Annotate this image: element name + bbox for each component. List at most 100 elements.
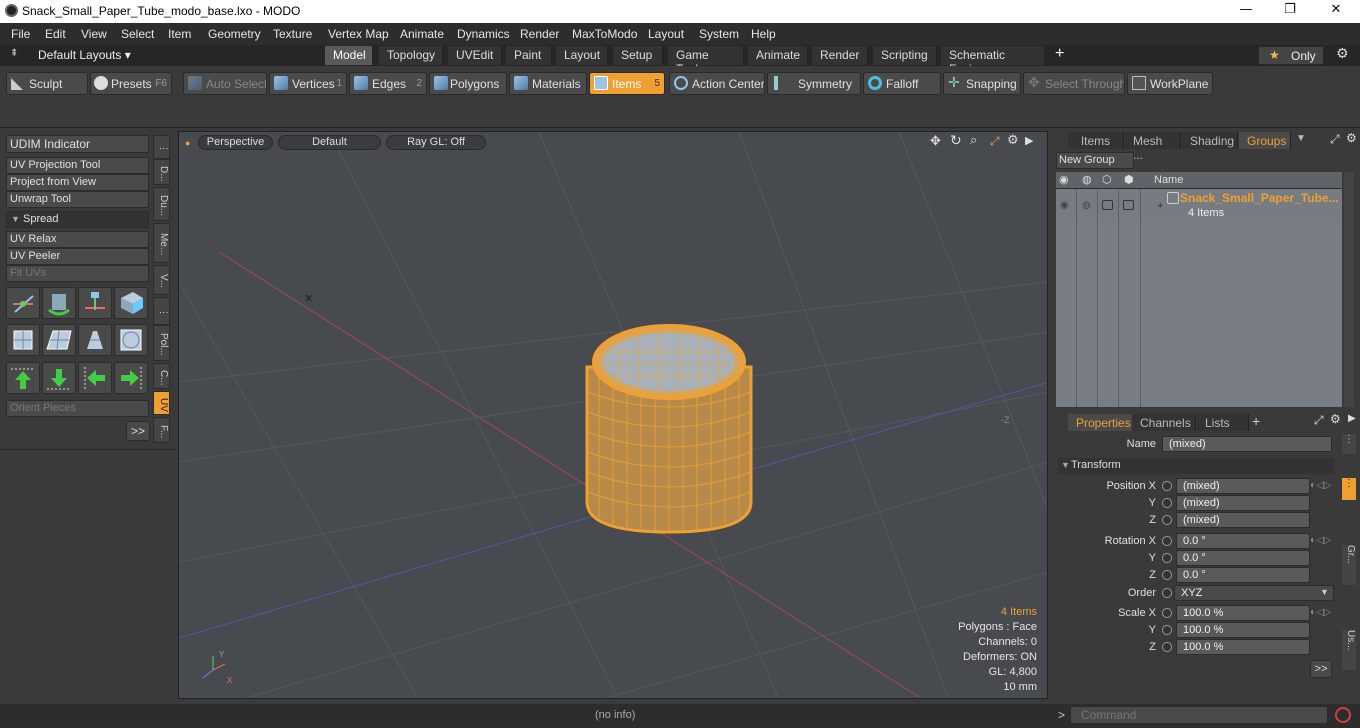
raygl-toggle[interactable]: Ray GL: Off [386,135,486,150]
tab-scripting[interactable]: Scripting [873,46,937,65]
menu-edit[interactable]: Edit [45,27,66,41]
symmetry-button[interactable]: Symmetry [767,72,861,95]
order-keyframe[interactable] [1162,588,1172,598]
tab-paint[interactable]: Paint [506,46,552,65]
lock-cube-icon[interactable]: ⬡ [1102,173,1112,186]
pan-icon[interactable]: ✥ [930,134,941,149]
arrow-left-icon[interactable] [78,362,112,394]
position-z-keyframe[interactable] [1162,515,1172,525]
tab-dropdown-icon[interactable]: ▼ [1296,133,1306,144]
uv-transform-icon[interactable] [114,287,148,319]
project-from-view-button[interactable]: Project from View [6,174,149,191]
expand-plus-icon[interactable]: + [1157,200,1163,212]
vtab-vertex[interactable]: V... [153,265,170,295]
menu-system[interactable]: System [699,27,739,41]
rotation-x-keyframe[interactable] [1162,536,1172,546]
transform-section[interactable]: ▼ Transform [1058,458,1334,474]
group-row[interactable]: ◉ ◍ + Snack_Small_Paper_Tube... 4 Items [1056,189,1342,223]
menu-animate[interactable]: Animate [400,27,444,41]
position-y-keyframe[interactable] [1162,498,1172,508]
action-center-button[interactable]: Action Center [669,72,765,95]
uv-grid-icon[interactable] [42,324,76,356]
tab-groups[interactable]: Groups [1239,132,1291,149]
arrow-up-icon[interactable] [6,362,40,394]
menu-file[interactable]: File [11,27,30,41]
close-button[interactable]: ✕ [1326,2,1346,20]
uv-move-icon[interactable] [6,287,40,319]
scale-x-field[interactable]: 100.0 % [1176,605,1310,621]
tab-game-tools[interactable]: Game Tools [668,46,744,76]
row-select-checkbox[interactable] [1123,200,1134,210]
render-icon[interactable]: ◍ [1082,173,1092,186]
tab-setup[interactable]: Setup [613,46,663,65]
position-y-field[interactable]: (mixed) [1176,495,1310,511]
auto-select-button[interactable]: Auto Select [183,72,267,95]
tab-schematic-fusion[interactable]: Schematic Fusion [941,46,1045,76]
rotation-z-field[interactable]: 0.0 ° [1176,567,1310,583]
command-input[interactable] [1070,706,1328,724]
minimize-button[interactable]: — [1236,2,1256,20]
vtab-options[interactable]: ⋮ [153,135,170,159]
props-settings-icon[interactable]: ⚙ [1330,412,1341,426]
tab-render[interactable]: Render [812,46,868,65]
order-dropdown[interactable]: XYZ [1174,585,1334,601]
menu-maxtomodo[interactable]: MaxToModo [572,27,637,41]
maximize-button[interactable]: ❐ [1280,2,1300,20]
vtab-duplicate[interactable]: Du... [153,187,170,221]
tab-animate[interactable]: Animate [748,46,808,65]
tab-lists[interactable]: Lists [1197,414,1249,431]
vtab-polygon[interactable]: Pol... [153,325,170,361]
menu-render[interactable]: Render [520,27,559,41]
rotation-z-keyframe[interactable] [1162,570,1172,580]
menu-view[interactable]: View [81,27,107,41]
default-layouts-dropdown[interactable]: Default Layouts ▾ [38,48,131,62]
tab-topology[interactable]: Topology [379,46,443,65]
side-tab-active[interactable]: ⋮ [1342,478,1356,500]
menu-vertex-map[interactable]: Vertex Map [328,27,389,41]
add-tab-plus[interactable]: + [1252,413,1260,429]
sculpt-button[interactable]: Sculpt [6,72,88,95]
scale-z-keyframe[interactable] [1162,642,1172,652]
rotation-x-field[interactable]: 0.0 ° [1176,533,1310,549]
props-arrow-icon[interactable]: ▶ [1348,413,1356,424]
menu-item[interactable]: Item [168,27,191,41]
vtab-options-2[interactable]: ⋮ [153,297,170,325]
fit-uvs-button[interactable]: Fit UVs [6,265,149,282]
add-tab-button[interactable]: + [1055,45,1064,63]
vtab-deform[interactable]: D... [153,159,170,185]
rotation-y-keyframe[interactable] [1162,553,1172,563]
tab-layout[interactable]: Layout [556,46,608,65]
scale-y-keyframe[interactable] [1162,625,1172,635]
row-render-icon[interactable]: ◍ [1082,200,1091,211]
tab-shading[interactable]: Shading [1182,132,1238,149]
tab-uvedit[interactable]: UVEdit [448,46,502,65]
menu-select[interactable]: Select [121,27,154,41]
polygons-button[interactable]: Polygons [429,72,507,95]
items-button[interactable]: Items 5 [589,72,665,95]
new-group-button[interactable]: New Group [1056,152,1134,169]
props-more-button[interactable]: >> [1310,660,1332,678]
link-icon[interactable]: ◐◁▷ [1310,607,1331,618]
vtab-uv[interactable]: UV [153,391,170,415]
visibility-eye-icon[interactable]: ◉ [1059,173,1069,186]
falloff-button[interactable]: Falloff [863,72,941,95]
panel-settings-icon[interactable]: ⚙ [1346,131,1357,145]
3d-viewport[interactable]: ● Perspective Default Ray GL: Off ✥ ↻ ⌕ … [178,131,1048,699]
position-x-keyframe[interactable] [1162,481,1172,491]
more-tools-button[interactable]: >> [126,421,150,441]
menu-layout[interactable]: Layout [648,27,684,41]
menu-help[interactable]: Help [751,27,776,41]
props-expand-icon[interactable]: ⤢ [1314,413,1324,428]
scale-y-field[interactable]: 100.0 % [1176,622,1310,638]
fit-view-icon[interactable]: ⤢ [990,134,1000,149]
menu-geometry[interactable]: Geometry [208,27,261,41]
vertices-button[interactable]: Vertices 1 [269,72,347,95]
arrow-down-icon[interactable] [42,362,76,394]
menu-dynamics[interactable]: Dynamics [457,27,510,41]
tab-mesh[interactable]: Mesh ... [1125,132,1181,162]
edges-button[interactable]: Edges 2 [349,72,427,95]
link-icon[interactable]: ◐◁▷ [1310,535,1331,546]
workplane-button[interactable]: WorkPlane [1127,72,1213,95]
materials-button[interactable]: Materials [509,72,587,95]
tab-model[interactable]: Model [325,46,373,65]
